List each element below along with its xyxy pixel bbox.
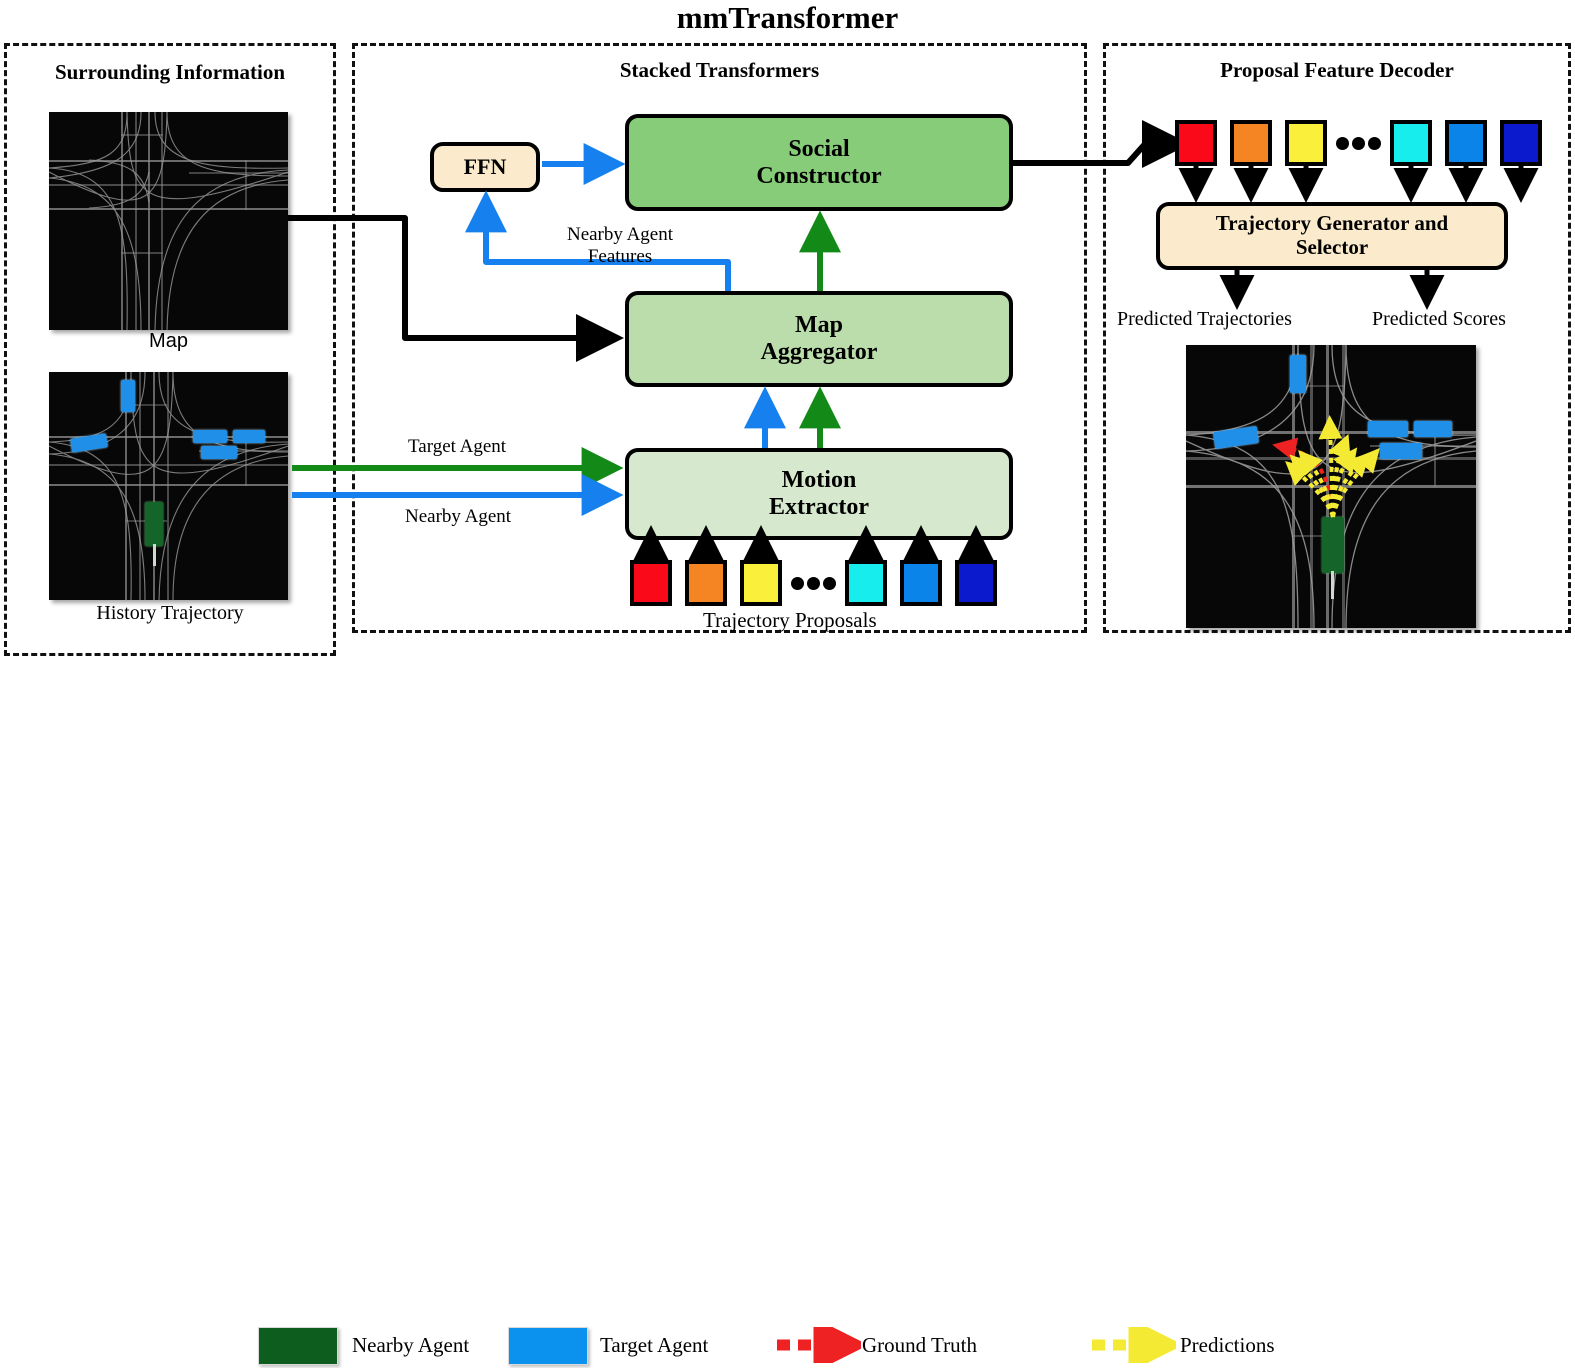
ffn-block[interactable]: FFN: [430, 142, 540, 192]
legend: Nearby Agent Target Agent Ground Truth Pred…: [0, 660, 1575, 1368]
panel-title-proposal-feature-decoder: Proposal Feature Decoder: [1220, 58, 1454, 82]
legend-label: Target Agent: [600, 1333, 709, 1357]
map-aggregator-label-line2: Aggregator: [760, 339, 878, 365]
map-aggregator-label-line1: Map: [794, 312, 843, 339]
motion-extractor-block[interactable]: Motion Extractor: [625, 448, 1013, 540]
lane-curves: [49, 372, 288, 600]
social-constructor-block[interactable]: Social Constructor: [625, 114, 1013, 211]
tgs-label-line2: Selector: [1295, 235, 1369, 259]
vehicle-target-agent: [201, 446, 237, 459]
map-image-caption: Map: [149, 330, 188, 352]
prediction-visualization-image: [1186, 345, 1476, 628]
map-image: [49, 112, 288, 330]
ffn-label: FFN: [463, 153, 507, 179]
social-constructor-label-line2: Constructor: [756, 162, 882, 189]
legend-label: Predictions: [1180, 1333, 1275, 1357]
legend-swatch: [258, 1327, 338, 1365]
label-target-agent: Target Agent: [408, 436, 507, 457]
vehicle-target-agent: [193, 430, 227, 443]
label-predicted-scores: Predicted Scores: [1372, 308, 1506, 330]
panel-title-surrounding-information: Surrounding Information: [54, 60, 286, 84]
tgs-label-line1: Trajectory Generator and: [1215, 211, 1449, 236]
motion-extractor-label-line2: Extractor: [769, 494, 869, 520]
social-constructor-label-line1: Social: [788, 135, 850, 162]
legend-dashed-arrow: [775, 1317, 869, 1368]
legend-label: Nearby Agent: [352, 1333, 470, 1357]
trajectory-generator-selector-block[interactable]: Trajectory Generator and Selector: [1156, 202, 1508, 270]
panel-title-stacked-transformers: Stacked Transformers: [619, 58, 820, 82]
vehicle-nearby-agent: [145, 502, 163, 546]
vehicle-target-agent: [233, 430, 265, 443]
label-trajectory-proposals: Trajectory Proposals: [703, 608, 877, 632]
trajectory-overlay: [1272, 415, 1380, 518]
legend-dashed-arrow: [1090, 1317, 1184, 1368]
map-aggregator-block[interactable]: Map Aggregator: [625, 291, 1013, 387]
label-nearby-agent-features: Nearby Agent Features: [566, 224, 674, 267]
vehicle-target-agent: [121, 380, 135, 412]
legend-swatch: [508, 1327, 588, 1365]
figure-title: mmTransformer: [676, 0, 899, 35]
history-trajectory-image: [49, 372, 288, 600]
motion-extractor-label-line1: Motion: [781, 467, 857, 494]
history-trajectory-caption: History Trajectory: [96, 602, 244, 624]
label-predicted-trajectories: Predicted Trajectories: [1117, 308, 1292, 330]
legend-label: Ground Truth: [862, 1333, 977, 1357]
history-track: [153, 544, 156, 566]
lane-curves: [49, 112, 288, 330]
label-nearby-agent: Nearby Agent: [405, 506, 512, 527]
